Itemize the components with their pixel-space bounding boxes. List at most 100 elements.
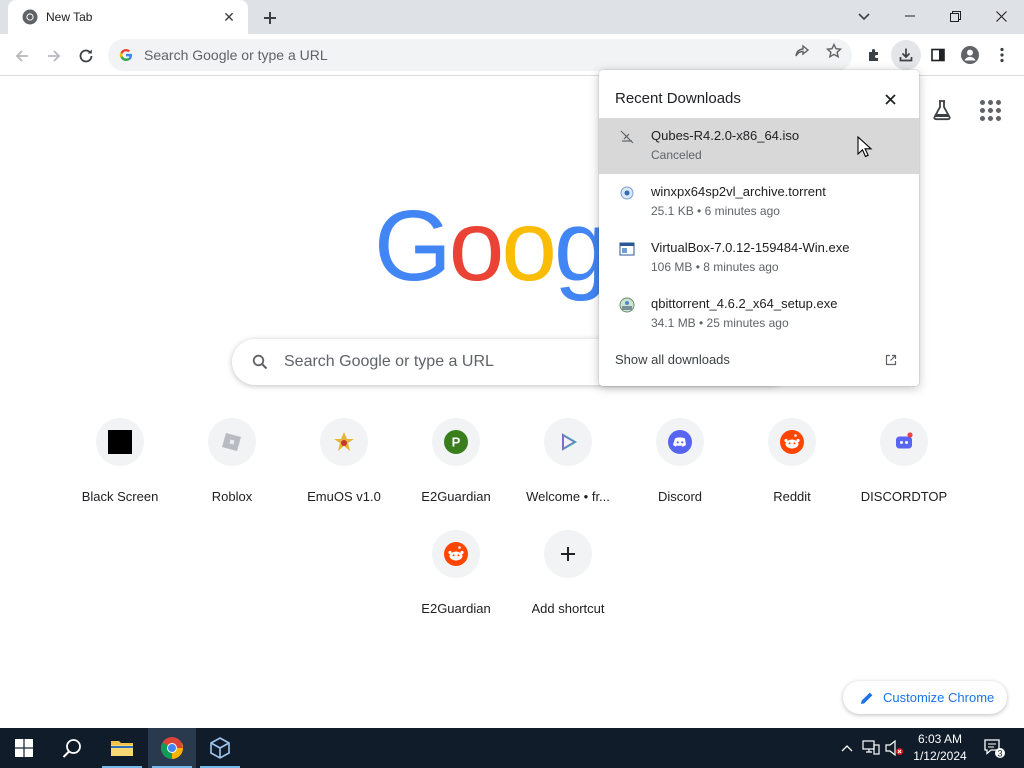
download-item[interactable]: winxpx64sp2vl_archive.torrent 25.1 KB • … [599, 174, 919, 230]
tab-title: New Tab [46, 10, 93, 24]
reddit-icon [768, 418, 816, 466]
downloads-title: Recent Downloads [615, 90, 741, 107]
play-triangle-icon [544, 418, 592, 466]
side-panel-icon[interactable] [923, 40, 953, 70]
shortcut-label: Add shortcut [531, 601, 605, 616]
qbittorrent-icon [619, 297, 635, 313]
shortcut-label: DISCORDTOP [860, 489, 948, 504]
download-filename: qbittorrent_4.6.2_x64_setup.exe [651, 296, 838, 311]
tab-new-tab[interactable]: New Tab ✕ [8, 0, 248, 34]
logo-letter: o [448, 190, 505, 302]
download-status: 106 MB • 8 minutes ago [651, 260, 779, 274]
plus-icon [544, 530, 592, 578]
download-icon[interactable] [891, 40, 921, 70]
start-button[interactable] [0, 728, 48, 768]
shortcut-label: Reddit [773, 489, 811, 504]
logo-letter: o [501, 190, 557, 302]
svg-text:P: P [452, 435, 461, 450]
taskbar-search-icon[interactable] [48, 728, 96, 768]
shortcut-e2guardian-2[interactable]: E2Guardian [400, 528, 512, 640]
roblox-icon [208, 418, 256, 466]
download-filename: winxpx64sp2vl_archive.torrent [651, 184, 826, 199]
show-all-downloads-link[interactable]: Show all downloads [615, 352, 730, 367]
labs-flask-icon[interactable] [928, 96, 956, 124]
notification-count: 3 [997, 748, 1002, 758]
chrome-icon [22, 9, 38, 25]
mouse-pointer-icon [857, 135, 873, 158]
search-placeholder: Search Google or type a URL [284, 353, 494, 370]
open-in-new-icon[interactable] [883, 352, 899, 368]
emuos-icon [320, 418, 368, 466]
tab-search-button[interactable] [852, 6, 876, 28]
shortcut-black-screen[interactable]: Black Screen [64, 416, 176, 528]
add-shortcut-button[interactable]: Add shortcut [512, 528, 624, 640]
download-filename: Qubes-R4.2.0-x86_64.iso [651, 128, 800, 143]
close-tab-icon[interactable]: ✕ [220, 8, 238, 26]
download-item[interactable]: VirtualBox-7.0.12-159484-Win.exe 106 MB … [599, 230, 919, 286]
discord-bot-icon [880, 418, 928, 466]
google-apps-grid-icon[interactable] [976, 96, 1004, 124]
download-status: 25.1 KB • 6 minutes ago [651, 204, 780, 218]
reload-button[interactable] [72, 42, 100, 70]
shortcut-e2guardian[interactable]: P E2Guardian [400, 416, 512, 528]
system-clock[interactable]: 6:03 AM 1/12/2024 [908, 731, 972, 765]
restore-button[interactable] [932, 0, 978, 32]
discord-icon [656, 418, 704, 466]
tab-strip: New Tab ✕ [0, 0, 1024, 34]
network-icon[interactable] [861, 738, 881, 758]
extensions-puzzle-icon[interactable] [859, 40, 889, 70]
share-icon[interactable] [791, 40, 813, 62]
downloads-bubble: Recent Downloads Qubes-R4.2.0-x86_64.iso… [599, 70, 919, 386]
clock-time: 6:03 AM [917, 732, 963, 746]
shortcut-emuos[interactable]: EmuOS v1.0 [288, 416, 400, 528]
torrent-file-icon [619, 185, 635, 201]
shortcut-discord[interactable]: Discord [624, 416, 736, 528]
shortcut-discordtop[interactable]: DISCORDTOP [848, 416, 960, 528]
shortcut-roblox[interactable]: Roblox [176, 416, 288, 528]
shortcut-label: E2Guardian [421, 489, 491, 504]
shortcut-label: E2Guardian [421, 601, 491, 616]
omnibox[interactable]: Search Google or type a URL [108, 39, 852, 71]
action-center-icon[interactable]: 3 [980, 736, 1006, 760]
black-square-icon [96, 418, 144, 466]
customize-chrome-button[interactable]: Customize Chrome [843, 681, 1007, 714]
shortcut-reddit[interactable]: Reddit [736, 416, 848, 528]
omnibox-placeholder: Search Google or type a URL [144, 47, 328, 63]
canceled-download-icon [619, 129, 635, 145]
google-logo: Goog [374, 190, 610, 302]
shortcut-label: Discord [657, 489, 703, 504]
back-button[interactable] [8, 42, 36, 70]
chrome-taskbar-icon[interactable] [148, 728, 196, 768]
windows-taskbar: 6:03 AM 1/12/2024 3 [0, 728, 1024, 768]
close-window-button[interactable] [978, 0, 1024, 32]
close-icon[interactable] [881, 90, 899, 108]
letter-p-icon: P [432, 418, 480, 466]
shortcut-welcome[interactable]: Welcome • fr... [512, 416, 624, 528]
new-tab-button[interactable] [258, 6, 282, 30]
clock-date: 1/12/2024 [913, 749, 967, 763]
file-explorer-icon[interactable] [98, 728, 146, 768]
shortcut-label: Roblox [211, 489, 253, 504]
menu-kebab-icon[interactable] [987, 40, 1017, 70]
google-g-icon [118, 47, 134, 63]
virtualbox-taskbar-icon[interactable] [196, 728, 244, 768]
shortcut-label: EmuOS v1.0 [307, 489, 381, 504]
shortcut-label: Welcome • fr... [526, 489, 610, 504]
forward-button[interactable] [40, 42, 68, 70]
minimize-button[interactable] [887, 0, 933, 32]
download-filename: VirtualBox-7.0.12-159484-Win.exe [651, 240, 850, 255]
download-status: Canceled [651, 148, 702, 162]
chevron-up-icon[interactable] [837, 738, 857, 758]
download-item[interactable]: qbittorrent_4.6.2_x64_setup.exe 34.1 MB … [599, 286, 919, 342]
pencil-icon [859, 690, 875, 706]
logo-letter: G [374, 190, 452, 302]
exe-window-icon [619, 241, 635, 257]
speaker-muted-icon[interactable] [885, 738, 905, 758]
download-status: 34.1 MB • 25 minutes ago [651, 316, 789, 330]
profile-avatar-icon[interactable] [955, 40, 985, 70]
customize-chrome-label: Customize Chrome [883, 690, 995, 705]
shortcut-label: Black Screen [81, 489, 159, 504]
search-icon [250, 352, 270, 372]
reddit-icon [432, 530, 480, 578]
bookmark-star-icon[interactable] [823, 40, 845, 62]
